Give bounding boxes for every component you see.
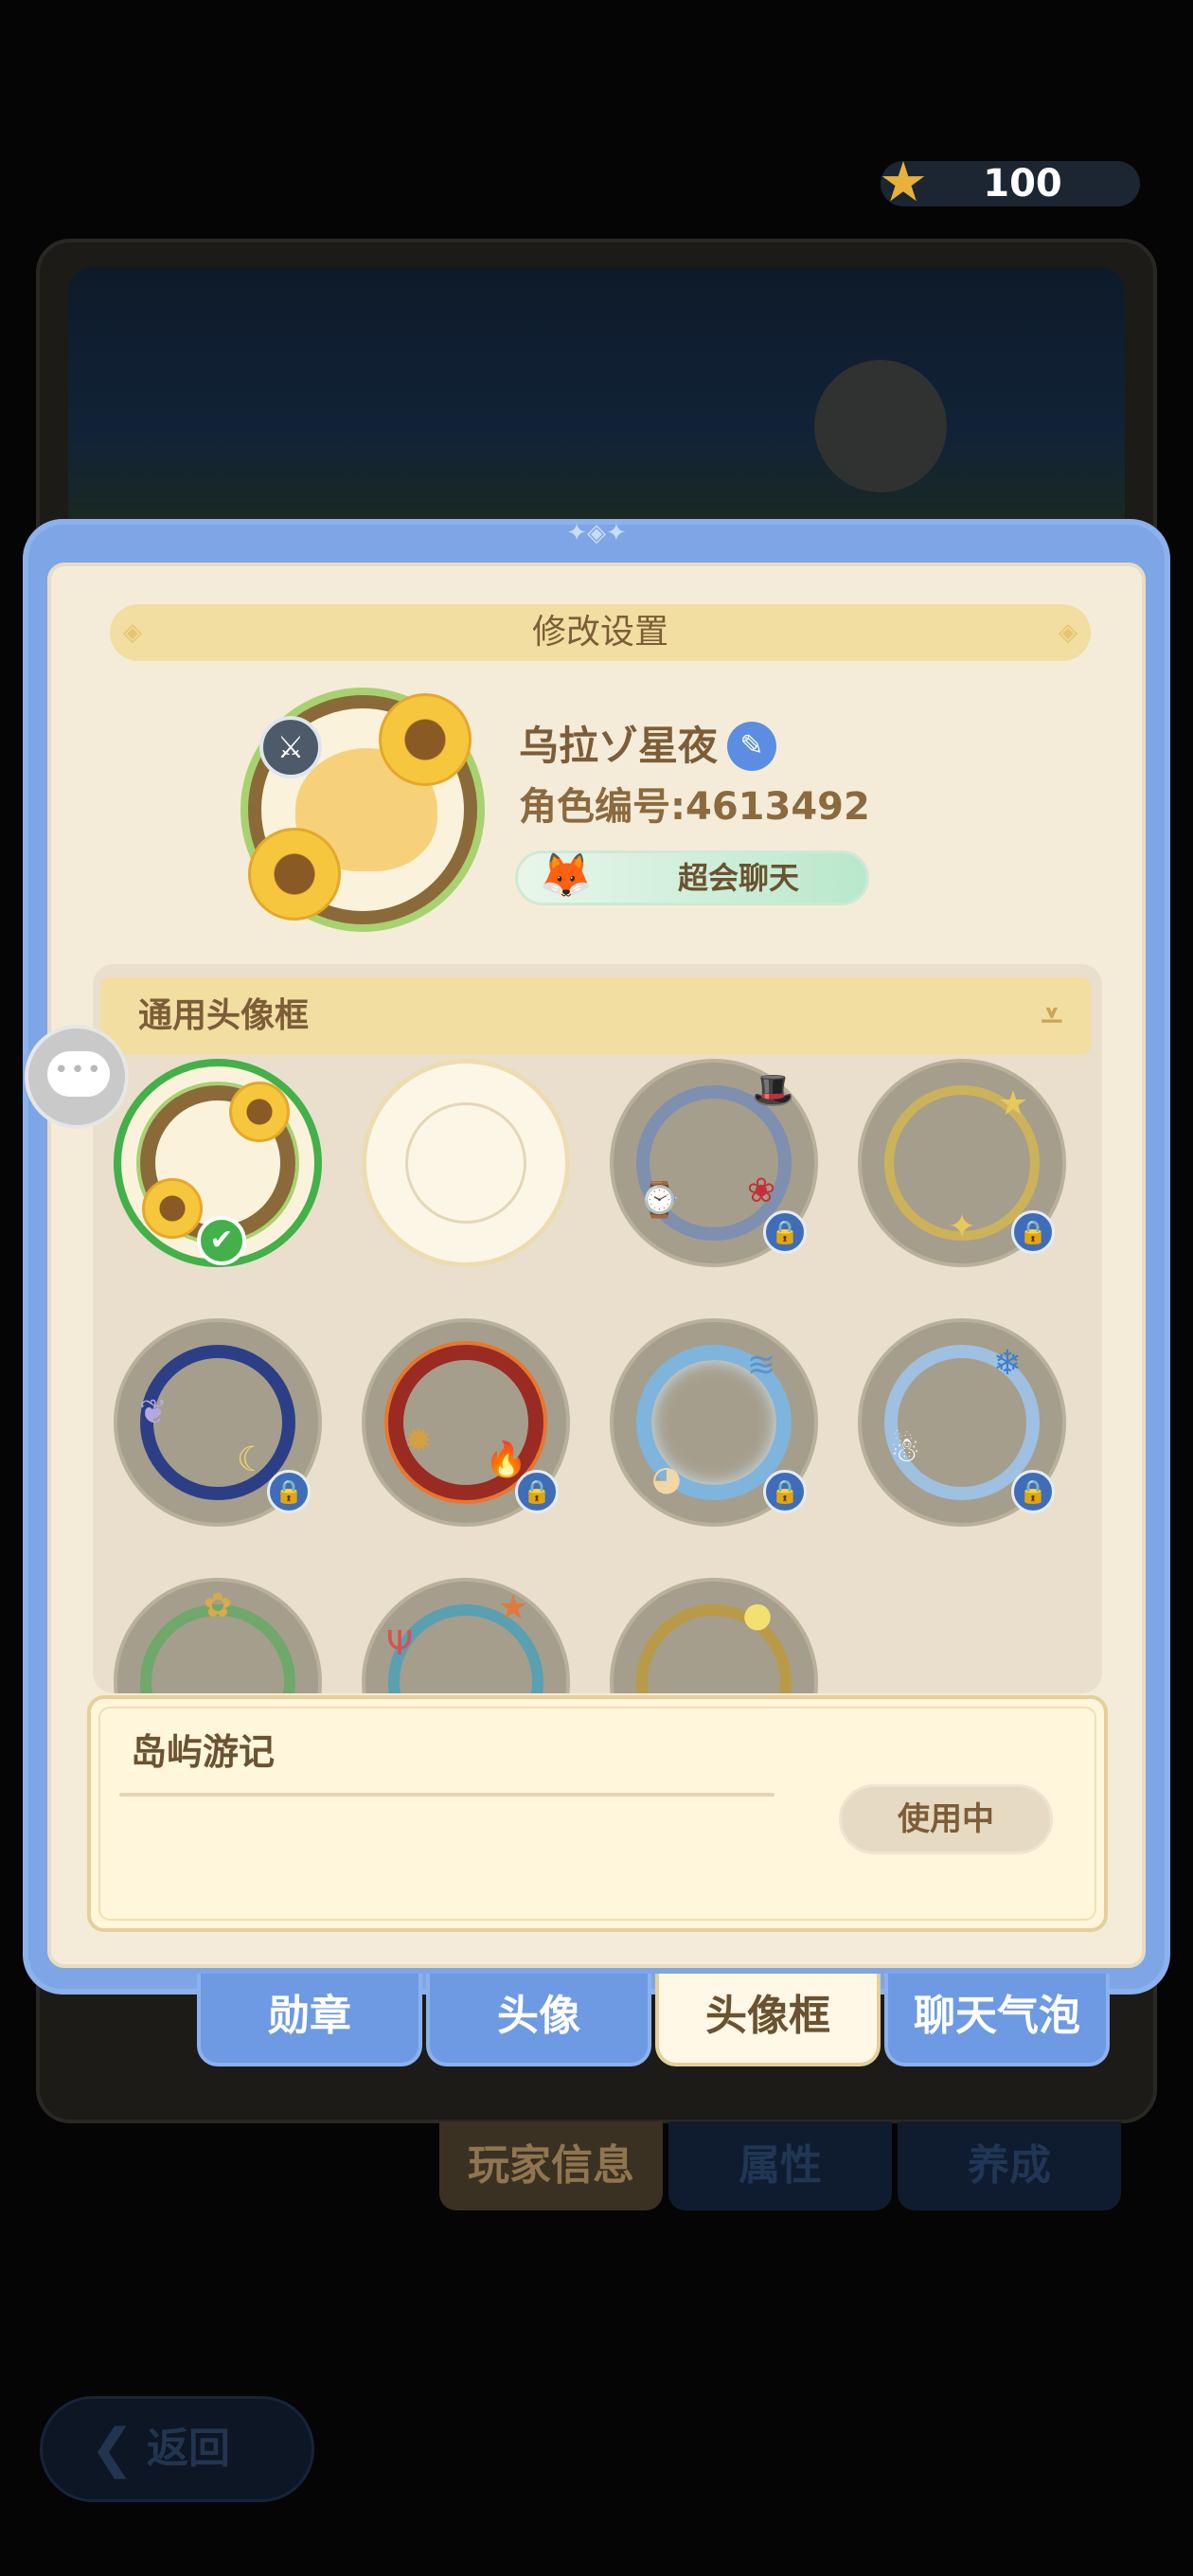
background-scene-banner: [68, 267, 1125, 551]
selected-frame-name: 岛屿游记: [131, 1731, 276, 1773]
lock-icon: 🔒: [763, 1210, 807, 1254]
player-title-text: 超会聊天: [677, 860, 799, 896]
wing-star-icon: ✦: [947, 1208, 977, 1246]
star-icon: ★: [997, 1084, 1029, 1123]
frames-grid-panel: ✔ 🎩 ⌚ ❀ 🔒 ★ ✦ 🔒 ❦ ☾ 🔒 ✹ 🔥 🔒 ≋ ◕ 🔒 ❄ ☃ 🔒 …: [93, 964, 1102, 1693]
frame-category-label: 通用头像框: [138, 996, 310, 1035]
frame-sunflower[interactable]: ✔: [114, 1059, 322, 1267]
player-name: 乌拉ゾ星夜: [519, 723, 719, 769]
title-diamond-right-icon: ◈: [1059, 618, 1077, 647]
lock-icon: 🔒: [1011, 1210, 1055, 1254]
frame-flower-vine[interactable]: ✿: [114, 1578, 322, 1693]
sunflower-icon: [142, 1178, 203, 1239]
frame-empty[interactable]: [362, 1059, 570, 1267]
flower-icon: ✿: [203, 1586, 233, 1625]
sunflower-icon: [229, 1082, 290, 1142]
currency-value: 100: [983, 162, 1062, 206]
wave-icon: ≋: [746, 1346, 776, 1385]
back-button-label: 返回: [147, 2424, 230, 2473]
chevron-down-icon[interactable]: ⩡: [1041, 977, 1062, 1055]
frame-starry-night[interactable]: ❦ ☾ 🔒: [114, 1318, 322, 1527]
frame-golden-star[interactable]: ★ ✦ 🔒: [858, 1059, 1066, 1267]
frame-snowman[interactable]: ❄ ☃ 🔒: [858, 1318, 1066, 1527]
in-use-button[interactable]: 使用中: [839, 1784, 1053, 1854]
modal-top-ornament: ✦◈✦: [566, 519, 627, 547]
frame-ocean-wave[interactable]: ≋ ◕ 🔒: [610, 1318, 818, 1527]
info-divider: [119, 1793, 775, 1797]
tab-player-info[interactable]: 玩家信息: [439, 2121, 663, 2210]
chat-dots-icon: •••: [53, 1056, 103, 1084]
frame-golden-vine[interactable]: ●: [610, 1578, 818, 1693]
tab-avatar-frame[interactable]: 头像框: [655, 1974, 881, 2066]
frame-pocket-watch[interactable]: 🎩 ⌚ ❀ 🔒: [610, 1059, 818, 1267]
edit-name-icon[interactable]: ✎: [727, 722, 776, 771]
lock-icon: 🔒: [1011, 1470, 1055, 1513]
background-creature: [814, 360, 947, 492]
snowman-icon: ☃: [889, 1431, 921, 1470]
tab-medals[interactable]: 勋章: [197, 1974, 422, 2066]
tab-cultivation[interactable]: 养成: [898, 2121, 1121, 2210]
lock-icon: 🔒: [267, 1470, 311, 1513]
back-button[interactable]: ❮ 返回: [40, 2396, 314, 2502]
modal-title: 修改设置: [531, 613, 668, 652]
pocket-watch-icon: ⌚: [638, 1181, 681, 1220]
fox-chat-icon: 🦊: [539, 850, 594, 901]
sun-icon: ●: [742, 1596, 773, 1635]
shell-icon: ◕: [651, 1459, 682, 1498]
feather-icon: ❦: [138, 1393, 169, 1432]
fire-icon: 🔥: [485, 1440, 527, 1479]
leaf-icon: ✹: [403, 1422, 434, 1460]
frame-category-header[interactable]: 通用头像框 ⩡: [100, 977, 1091, 1055]
lock-icon: 🔒: [515, 1470, 559, 1513]
sword-badge-icon: ⚔: [259, 716, 322, 778]
starfish-icon: ★: [497, 1588, 529, 1627]
tab-avatar[interactable]: 头像: [426, 1974, 651, 2066]
frame-ring: [405, 1102, 526, 1224]
sunflower-icon: [248, 828, 341, 921]
top-hat-icon: 🎩: [752, 1071, 794, 1110]
back-arrow-icon: ❮: [90, 2418, 134, 2479]
tab-chat-bubble[interactable]: 聊天气泡: [884, 1974, 1110, 2066]
modal-title-bar: ◈ 修改设置 ◈: [110, 604, 1091, 661]
moon-icon: ☾: [236, 1440, 268, 1479]
star-coin-icon: ★: [879, 150, 928, 214]
title-diamond-left-icon: ◈: [123, 618, 142, 647]
lock-icon: 🔒: [763, 1470, 807, 1513]
snowflake-icon: ❄: [992, 1344, 1023, 1383]
rose-icon: ❀: [746, 1172, 776, 1210]
selected-check-icon: ✔: [197, 1216, 246, 1265]
frame-coral[interactable]: ★ Ψ: [362, 1578, 570, 1693]
frame-flame[interactable]: ✹ 🔥 🔒: [362, 1318, 570, 1527]
sunflower-icon: [379, 693, 472, 786]
coral-icon: Ψ: [385, 1624, 414, 1663]
tab-attributes[interactable]: 属性: [668, 2121, 892, 2210]
player-id: 角色编号:4613492: [519, 785, 870, 829]
